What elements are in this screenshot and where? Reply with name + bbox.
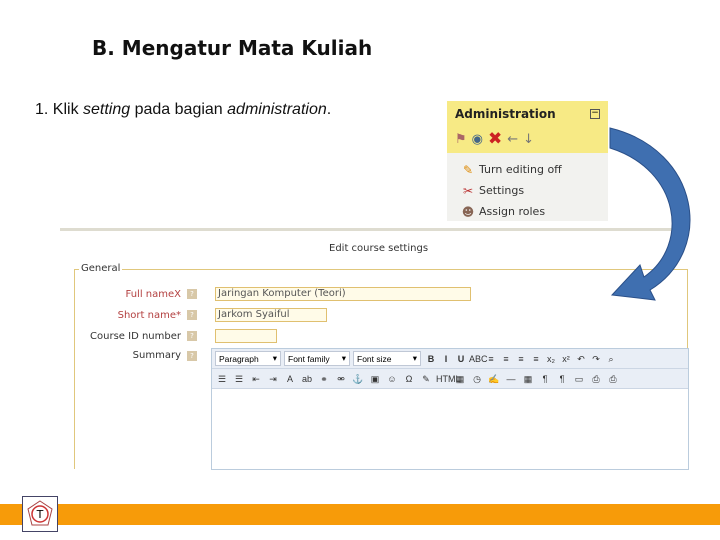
- university-logo: T: [22, 496, 58, 532]
- curved-arrow: [609, 127, 691, 301]
- footer-accent-bar: [0, 504, 720, 525]
- svg-text:T: T: [36, 508, 44, 521]
